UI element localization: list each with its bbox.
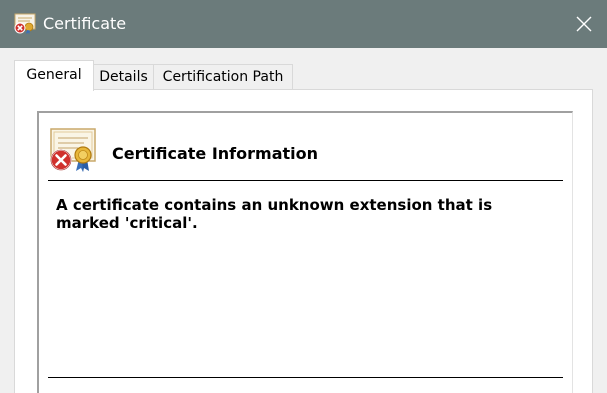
certificate-window: Certificate General Details Certificatio… xyxy=(0,0,607,393)
certificate-info-box: Certificate Information A certificate co… xyxy=(37,111,573,393)
certificate-error-icon xyxy=(48,127,100,173)
tab-general[interactable]: General xyxy=(14,60,94,91)
tab-details[interactable]: Details xyxy=(93,64,154,89)
certificate-information-heading: Certificate Information xyxy=(112,144,318,163)
certificate-error-message: A certificate contains an unknown extens… xyxy=(56,196,493,232)
certificate-error-icon xyxy=(13,12,37,36)
close-button[interactable] xyxy=(561,0,607,48)
general-tab-page: Certificate Information A certificate co… xyxy=(14,89,593,393)
window-title: Certificate xyxy=(43,14,127,33)
title-bar: Certificate xyxy=(0,0,607,48)
footer-divider xyxy=(48,377,563,378)
tab-certification-path[interactable]: Certification Path xyxy=(153,64,293,89)
header-divider xyxy=(48,180,563,181)
tab-strip: General Details Certification Path xyxy=(12,60,595,91)
close-icon xyxy=(576,16,592,32)
